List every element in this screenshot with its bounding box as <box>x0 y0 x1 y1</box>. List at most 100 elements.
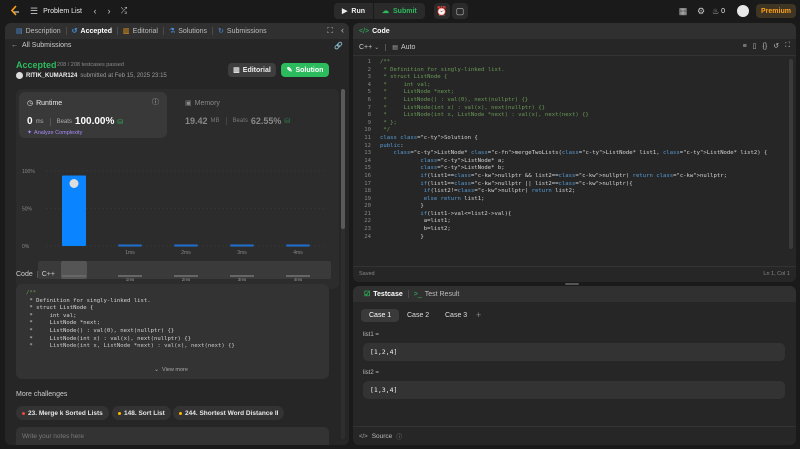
language-select[interactable]: C++ ⌄ <box>359 44 379 51</box>
param-input-list1[interactable]: [1,2,4] <box>363 343 785 361</box>
challenge-chip[interactable]: 23. Merge k Sorted Lists <box>16 406 109 420</box>
tab-submissions[interactable]: ↻ Submissions <box>213 23 272 39</box>
tab-case-2[interactable]: Case 2 <box>399 309 437 322</box>
submit-button[interactable]: ☁ Submit <box>374 3 425 19</box>
challenge-chip[interactable]: 244. Shortest Word Distance II <box>173 406 285 420</box>
bookmark-icon[interactable]: ▯ <box>753 42 757 50</box>
line-number: 24 <box>364 233 371 240</box>
chevron-down-icon: ⌄ <box>374 44 380 51</box>
problem-list-button[interactable]: ☰ Problem List <box>30 4 82 18</box>
line-code: if(list1->val<=list2->val){ <box>420 210 512 217</box>
editor-line[interactable]: 19 else return list1; <box>353 196 783 204</box>
editor-line[interactable]: 3 * struct ListNode { <box>353 74 783 82</box>
premium-button[interactable]: Premium <box>756 4 796 18</box>
left-scrollbar[interactable] <box>341 89 345 439</box>
tab-case-1[interactable]: Case 1 <box>361 309 400 322</box>
memory-card[interactable]: ▣ Memory 19.42 MB Beats 62.55% ⛁ <box>171 92 331 138</box>
chart-bar[interactable] <box>118 244 142 247</box>
tab-case-3[interactable]: Case 3 <box>437 309 475 322</box>
param-input-list2[interactable]: [1,3,4] <box>363 381 785 399</box>
maximize-icon[interactable]: ⛶ <box>327 26 333 36</box>
challenge-chip[interactable]: 148. Sort List <box>112 406 171 420</box>
auto-toggle[interactable]: ▤ Auto <box>392 44 415 51</box>
editor-scrollbar-track[interactable] <box>789 59 793 259</box>
tab-solutions[interactable]: ⚗ Solutions <box>164 23 212 39</box>
tab-editorial[interactable]: ▥ Editorial <box>118 23 163 39</box>
vertical-resize-handle[interactable] <box>565 283 579 285</box>
editor-line[interactable]: 1 /** <box>353 59 783 67</box>
all-submissions-link[interactable]: ← All Submissions <box>11 42 71 49</box>
editor-line[interactable]: 6 * ListNode() : val(0), next(nullptr) {… <box>353 97 783 105</box>
shuffle-icon[interactable]: ⤮ <box>117 4 131 18</box>
line-code: /** <box>380 59 391 65</box>
editor-line[interactable]: 16 if(list1==class="c-kw">nullptr && lis… <box>353 173 783 181</box>
scrollbar-thumb[interactable] <box>341 89 345 229</box>
line-code: } <box>380 233 424 240</box>
editor-line[interactable]: 21 if(list1->val<=list2->val){ <box>353 211 783 219</box>
editor-line[interactable]: 2 * Definition for singly-linked list. <box>353 67 783 75</box>
code-editor[interactable]: 1 /** 2 * Definition for singly-linked lis… <box>353 59 783 259</box>
notes-placeholder: Write your notes here <box>22 433 85 440</box>
source-link[interactable]: </> Source ⓘ <box>359 432 402 441</box>
chevron-left-icon[interactable]: ‹ <box>88 4 102 18</box>
editor-line[interactable]: 10 */ <box>353 127 783 135</box>
editor-line[interactable]: 4 * int val; <box>353 82 783 90</box>
editor-line[interactable]: 5 * ListNode *next; <box>353 89 783 97</box>
tab-description[interactable]: ▤ Description <box>11 23 66 39</box>
username[interactable]: RITIK_KUMAR124 <box>26 73 77 79</box>
editor-line[interactable]: 9 * }; <box>353 120 783 128</box>
runtime-card[interactable]: ◷ Runtime ⓘ 0 ms Beats 100.00% ⛁ ✦ Analy… <box>19 92 167 138</box>
tab-accepted[interactable]: ↺ Accepted <box>67 23 117 39</box>
editor-line[interactable]: 18 if(list2!=class="c-kw">nullptr) retur… <box>353 188 783 196</box>
notes-input[interactable]: Write your notes here <box>16 427 329 445</box>
editor-line[interactable]: 24 } <box>353 234 783 242</box>
format-braces-icon[interactable]: {} <box>763 43 768 50</box>
list-icon[interactable]: ≡ <box>743 43 747 50</box>
info-icon[interactable]: ⓘ <box>152 97 159 107</box>
leetcode-logo-icon[interactable] <box>9 5 21 17</box>
reset-icon[interactable]: ↺ <box>773 42 779 50</box>
editor-line[interactable]: 17 if(list1==class="c-kw">nullptr || lis… <box>353 181 783 189</box>
line-number: 5 <box>367 89 371 96</box>
editor-line[interactable]: 13 class="c-ty">ListNode* class="c-fn">m… <box>353 150 783 158</box>
chevron-right-icon[interactable]: › <box>102 4 116 18</box>
link-icon[interactable]: 🔗 <box>334 42 343 50</box>
tab-test-result[interactable]: >_ Test Result <box>409 286 465 302</box>
alarm-clock-icon[interactable]: ⏰ <box>434 3 450 19</box>
analyze-complexity-link[interactable]: ✦ Analyze Complexity <box>27 129 82 137</box>
editor-line[interactable]: 20 } <box>353 203 783 211</box>
add-case-button[interactable]: + <box>476 310 481 320</box>
settings-gear-icon[interactable]: ⚙ <box>694 4 708 18</box>
editor-line[interactable]: 23 b=list2; <box>353 226 783 234</box>
editor-line[interactable]: 14 class="c-ty">ListNode* a; <box>353 158 783 166</box>
chart-bar[interactable] <box>174 244 198 247</box>
fullscreen-icon[interactable]: ⛶ <box>785 42 790 50</box>
chart-bar[interactable] <box>230 244 254 247</box>
fire-icon: ♨ <box>712 6 720 16</box>
editor-scrollbar-thumb[interactable] <box>789 59 793 249</box>
view-more-button[interactable]: ⌄ View more <box>154 366 188 374</box>
tab-testcase[interactable]: ☑ Testcase <box>359 286 408 302</box>
streak-counter[interactable]: ♨ 0 <box>712 4 725 18</box>
solution-button[interactable]: ✎ Solution <box>281 63 329 77</box>
performance-card: ◷ Runtime ⓘ 0 ms Beats 100.00% ⛁ ✦ Analy… <box>16 89 339 289</box>
editorial-button[interactable]: ▥ Editorial <box>228 63 276 77</box>
collapse-icon[interactable]: ‹ <box>341 25 344 35</box>
chart-bar[interactable] <box>286 244 310 247</box>
layout-grid-icon[interactable]: ▦ <box>676 4 690 18</box>
runtime-label: Runtime <box>36 99 63 107</box>
more-challenges-title: More challenges <box>16 391 68 398</box>
note-icon[interactable]: ▢ <box>452 3 468 19</box>
avatar[interactable] <box>737 5 749 17</box>
line-number: 16 <box>364 172 371 179</box>
editor-line[interactable]: 11 class class="c-ty">Solution { <box>353 135 783 143</box>
editor-line[interactable]: 15 class="c-ty">ListNode* b; <box>353 165 783 173</box>
editor-line[interactable]: 8 * ListNode(int x, ListNode *next) : va… <box>353 112 783 120</box>
y-tick-label: 0% <box>22 244 30 250</box>
run-button[interactable]: ▶ Run <box>334 3 373 19</box>
editor-line[interactable]: 7 * ListNode(int x) : val(x), next(nullp… <box>353 105 783 113</box>
line-number: 12 <box>364 142 371 149</box>
streak-count: 0 <box>721 7 726 15</box>
editor-line[interactable]: 22 a=list1; <box>353 218 783 226</box>
editor-line[interactable]: 12 public: <box>353 143 783 151</box>
